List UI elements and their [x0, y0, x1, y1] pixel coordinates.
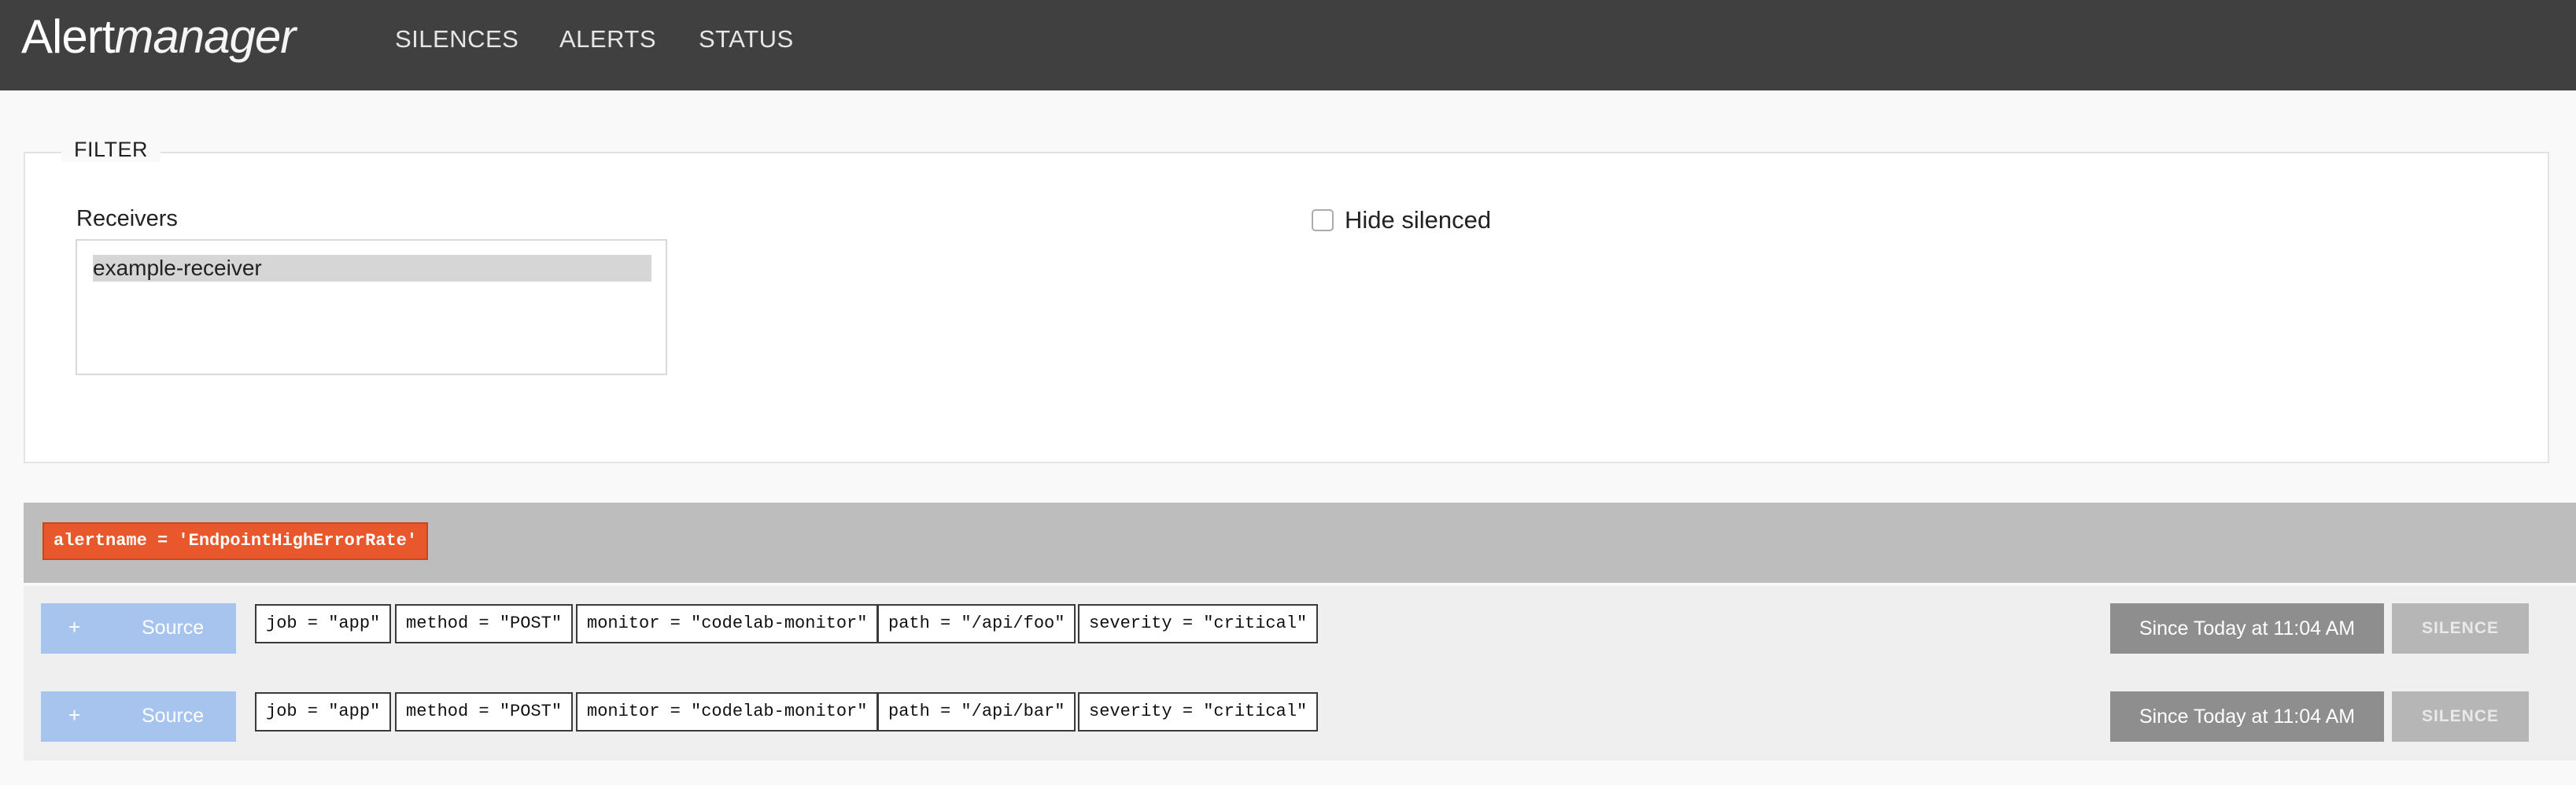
label-tag-job[interactable]: job = "app" [255, 604, 392, 643]
receivers-select[interactable]: example-receiver [76, 239, 667, 375]
label-tag-method[interactable]: method = "POST" [395, 692, 574, 732]
since-button[interactable]: Since Today at 11:04 AM [2110, 603, 2384, 654]
label-tag-monitor[interactable]: monitor = "codelab-monitor" [576, 604, 879, 643]
alert-row: + Source job = "app" method = "POST" mon… [24, 586, 2576, 674]
source-button[interactable]: + Source [41, 603, 236, 654]
label-tag-severity[interactable]: severity = "critical" [1078, 604, 1319, 643]
silence-button[interactable]: SILENCE [2392, 603, 2529, 654]
nav-alerts[interactable]: ALERTS [559, 25, 656, 53]
nav-silences[interactable]: SILENCES [395, 25, 519, 53]
nav-status[interactable]: STATUS [699, 25, 794, 53]
plus-icon: + [68, 615, 81, 639]
alertname-badge[interactable]: alertname = 'EndpointHighErrorRate' [42, 522, 429, 560]
plus-icon: + [68, 703, 81, 727]
source-button-label: Source [142, 705, 205, 727]
hide-silenced-checkbox[interactable] [1312, 209, 1334, 231]
label-tag-job[interactable]: job = "app" [255, 692, 392, 732]
label-tag-monitor[interactable]: monitor = "codelab-monitor" [576, 692, 879, 732]
hide-silenced-label: Hide silenced [1345, 206, 1492, 234]
alert-group-header: alertname = 'EndpointHighErrorRate' [24, 503, 2576, 583]
since-button[interactable]: Since Today at 11:04 AM [2110, 691, 2384, 742]
brand-logo[interactable]: Alertmanager [21, 9, 296, 64]
brand-prefix: Alert [21, 10, 115, 63]
silence-button[interactable]: SILENCE [2392, 691, 2529, 742]
brand-suffix: manager [114, 10, 296, 63]
label-tag-severity[interactable]: severity = "critical" [1078, 692, 1319, 732]
alert-row: + Source job = "app" method = "POST" mon… [24, 674, 2576, 761]
receivers-label: Receivers [76, 206, 178, 231]
source-button[interactable]: + Source [41, 691, 236, 742]
top-navbar: Alertmanager SILENCES ALERTS STATUS [0, 0, 2576, 90]
receiver-option[interactable]: example-receiver [93, 255, 651, 282]
hide-silenced-toggle[interactable]: Hide silenced [1312, 206, 1491, 234]
label-tag-path[interactable]: path = "/api/foo" [877, 604, 1076, 643]
label-tag-method[interactable]: method = "POST" [395, 604, 574, 643]
filter-legend: FILTER [61, 138, 161, 162]
source-button-label: Source [142, 617, 205, 639]
label-tag-path[interactable]: path = "/api/bar" [877, 692, 1076, 732]
